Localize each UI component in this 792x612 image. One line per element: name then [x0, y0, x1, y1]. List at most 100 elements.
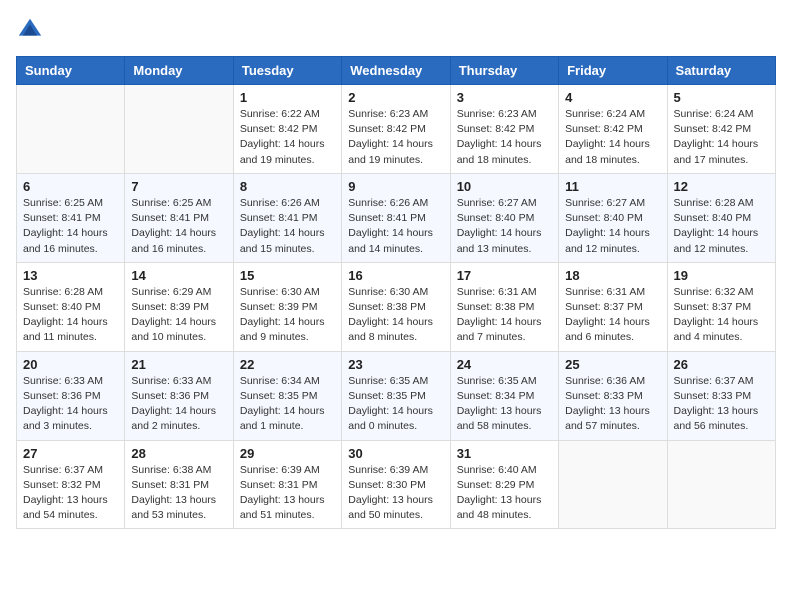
day-info: Sunrise: 6:22 AM Sunset: 8:42 PM Dayligh…: [240, 107, 335, 168]
day-info: Sunrise: 6:26 AM Sunset: 8:41 PM Dayligh…: [240, 196, 335, 257]
day-number: 24: [457, 357, 552, 372]
day-number: 25: [565, 357, 660, 372]
day-info: Sunrise: 6:39 AM Sunset: 8:31 PM Dayligh…: [240, 463, 335, 524]
day-number: 14: [131, 268, 226, 283]
week-row-3: 13 Sunrise: 6:28 AM Sunset: 8:40 PM Dayli…: [17, 262, 776, 351]
day-info: Sunrise: 6:25 AM Sunset: 8:41 PM Dayligh…: [131, 196, 226, 257]
day-number: 3: [457, 90, 552, 105]
calendar-cell: 22 Sunrise: 6:34 AM Sunset: 8:35 PM Dayli…: [233, 351, 341, 440]
day-number: 23: [348, 357, 443, 372]
calendar-cell: [17, 85, 125, 174]
day-number: 21: [131, 357, 226, 372]
calendar-cell: 11 Sunrise: 6:27 AM Sunset: 8:40 PM Dayli…: [559, 173, 667, 262]
calendar-cell: 18 Sunrise: 6:31 AM Sunset: 8:37 PM Dayli…: [559, 262, 667, 351]
day-number: 19: [674, 268, 769, 283]
day-info: Sunrise: 6:28 AM Sunset: 8:40 PM Dayligh…: [674, 196, 769, 257]
calendar-cell: 24Sunrise: 6:35 AM Sunset: 8:34 PM Dayli…: [450, 351, 558, 440]
calendar-cell: 25 Sunrise: 6:36 AM Sunset: 8:33 PM Dayli…: [559, 351, 667, 440]
day-info: Sunrise: 6:36 AM Sunset: 8:33 PM Dayligh…: [565, 374, 660, 435]
calendar-cell: 19 Sunrise: 6:32 AM Sunset: 8:37 PM Dayli…: [667, 262, 775, 351]
day-number: 9: [348, 179, 443, 194]
calendar-cell: 26Sunrise: 6:37 AM Sunset: 8:33 PM Dayli…: [667, 351, 775, 440]
calendar-cell: 29 Sunrise: 6:39 AM Sunset: 8:31 PM Dayli…: [233, 440, 341, 529]
calendar-cell: 1Sunrise: 6:22 AM Sunset: 8:42 PM Daylig…: [233, 85, 341, 174]
day-number: 11: [565, 179, 660, 194]
weekday-header-friday: Friday: [559, 57, 667, 85]
day-info: Sunrise: 6:35 AM Sunset: 8:35 PM Dayligh…: [348, 374, 443, 435]
calendar-cell: 16 Sunrise: 6:30 AM Sunset: 8:38 PM Dayli…: [342, 262, 450, 351]
day-info: Sunrise: 6:37 AM Sunset: 8:32 PM Dayligh…: [23, 463, 118, 524]
weekday-header-monday: Monday: [125, 57, 233, 85]
day-info: Sunrise: 6:30 AM Sunset: 8:38 PM Dayligh…: [348, 285, 443, 346]
calendar-cell: 31 Sunrise: 6:40 AM Sunset: 8:29 PM Dayli…: [450, 440, 558, 529]
day-info: Sunrise: 6:38 AM Sunset: 8:31 PM Dayligh…: [131, 463, 226, 524]
day-number: 27: [23, 446, 118, 461]
weekday-header-wednesday: Wednesday: [342, 57, 450, 85]
day-number: 13: [23, 268, 118, 283]
day-info: Sunrise: 6:31 AM Sunset: 8:37 PM Dayligh…: [565, 285, 660, 346]
page-header: [16, 16, 776, 44]
calendar-cell: 6 Sunrise: 6:25 AM Sunset: 8:41 PM Daylig…: [17, 173, 125, 262]
day-number: 22: [240, 357, 335, 372]
calendar-cell: 14 Sunrise: 6:29 AM Sunset: 8:39 PM Dayli…: [125, 262, 233, 351]
calendar-cell: 30 Sunrise: 6:39 AM Sunset: 8:30 PM Dayli…: [342, 440, 450, 529]
calendar-cell: 4 Sunrise: 6:24 AM Sunset: 8:42 PM Daylig…: [559, 85, 667, 174]
calendar-cell: 15Sunrise: 6:30 AM Sunset: 8:39 PM Dayli…: [233, 262, 341, 351]
weekday-header-tuesday: Tuesday: [233, 57, 341, 85]
day-info: Sunrise: 6:23 AM Sunset: 8:42 PM Dayligh…: [457, 107, 552, 168]
day-info: Sunrise: 6:25 AM Sunset: 8:41 PM Dayligh…: [23, 196, 118, 257]
calendar-cell: 5 Sunrise: 6:24 AM Sunset: 8:42 PM Daylig…: [667, 85, 775, 174]
weekday-header-thursday: Thursday: [450, 57, 558, 85]
day-number: 15: [240, 268, 335, 283]
day-info: Sunrise: 6:26 AM Sunset: 8:41 PM Dayligh…: [348, 196, 443, 257]
calendar-cell: 23 Sunrise: 6:35 AM Sunset: 8:35 PM Dayli…: [342, 351, 450, 440]
day-number: 5: [674, 90, 769, 105]
calendar-cell: [667, 440, 775, 529]
logo: [16, 16, 48, 44]
day-number: 10: [457, 179, 552, 194]
day-number: 6: [23, 179, 118, 194]
day-info: Sunrise: 6:29 AM Sunset: 8:39 PM Dayligh…: [131, 285, 226, 346]
day-number: 18: [565, 268, 660, 283]
day-info: Sunrise: 6:27 AM Sunset: 8:40 PM Dayligh…: [565, 196, 660, 257]
day-number: 12: [674, 179, 769, 194]
day-number: 16: [348, 268, 443, 283]
calendar-cell: 3 Sunrise: 6:23 AM Sunset: 8:42 PM Daylig…: [450, 85, 558, 174]
day-number: 31: [457, 446, 552, 461]
day-info: Sunrise: 6:33 AM Sunset: 8:36 PM Dayligh…: [23, 374, 118, 435]
day-info: Sunrise: 6:33 AM Sunset: 8:36 PM Dayligh…: [131, 374, 226, 435]
calendar-cell: [125, 85, 233, 174]
day-number: 7: [131, 179, 226, 194]
calendar-cell: 12 Sunrise: 6:28 AM Sunset: 8:40 PM Dayli…: [667, 173, 775, 262]
weekday-header-row: SundayMondayTuesdayWednesdayThursdayFrid…: [17, 57, 776, 85]
day-number: 17: [457, 268, 552, 283]
day-info: Sunrise: 6:39 AM Sunset: 8:30 PM Dayligh…: [348, 463, 443, 524]
day-info: Sunrise: 6:23 AM Sunset: 8:42 PM Dayligh…: [348, 107, 443, 168]
calendar-cell: 8Sunrise: 6:26 AM Sunset: 8:41 PM Daylig…: [233, 173, 341, 262]
day-info: Sunrise: 6:40 AM Sunset: 8:29 PM Dayligh…: [457, 463, 552, 524]
day-info: Sunrise: 6:31 AM Sunset: 8:38 PM Dayligh…: [457, 285, 552, 346]
calendar-cell: [559, 440, 667, 529]
calendar-table: SundayMondayTuesdayWednesdayThursdayFrid…: [16, 56, 776, 529]
week-row-4: 20Sunrise: 6:33 AM Sunset: 8:36 PM Dayli…: [17, 351, 776, 440]
calendar-cell: 9 Sunrise: 6:26 AM Sunset: 8:41 PM Daylig…: [342, 173, 450, 262]
day-info: Sunrise: 6:24 AM Sunset: 8:42 PM Dayligh…: [674, 107, 769, 168]
day-number: 29: [240, 446, 335, 461]
day-info: Sunrise: 6:24 AM Sunset: 8:42 PM Dayligh…: [565, 107, 660, 168]
calendar-cell: 28 Sunrise: 6:38 AM Sunset: 8:31 PM Dayli…: [125, 440, 233, 529]
week-row-1: 1Sunrise: 6:22 AM Sunset: 8:42 PM Daylig…: [17, 85, 776, 174]
calendar-cell: 20Sunrise: 6:33 AM Sunset: 8:36 PM Dayli…: [17, 351, 125, 440]
day-number: 2: [348, 90, 443, 105]
day-info: Sunrise: 6:28 AM Sunset: 8:40 PM Dayligh…: [23, 285, 118, 346]
logo-icon: [16, 16, 44, 44]
day-number: 30: [348, 446, 443, 461]
day-number: 4: [565, 90, 660, 105]
calendar-cell: 2 Sunrise: 6:23 AM Sunset: 8:42 PM Daylig…: [342, 85, 450, 174]
day-info: Sunrise: 6:34 AM Sunset: 8:35 PM Dayligh…: [240, 374, 335, 435]
day-info: Sunrise: 6:32 AM Sunset: 8:37 PM Dayligh…: [674, 285, 769, 346]
week-row-2: 6 Sunrise: 6:25 AM Sunset: 8:41 PM Daylig…: [17, 173, 776, 262]
calendar-cell: 10 Sunrise: 6:27 AM Sunset: 8:40 PM Dayli…: [450, 173, 558, 262]
calendar-cell: 21 Sunrise: 6:33 AM Sunset: 8:36 PM Dayli…: [125, 351, 233, 440]
day-info: Sunrise: 6:27 AM Sunset: 8:40 PM Dayligh…: [457, 196, 552, 257]
day-number: 28: [131, 446, 226, 461]
